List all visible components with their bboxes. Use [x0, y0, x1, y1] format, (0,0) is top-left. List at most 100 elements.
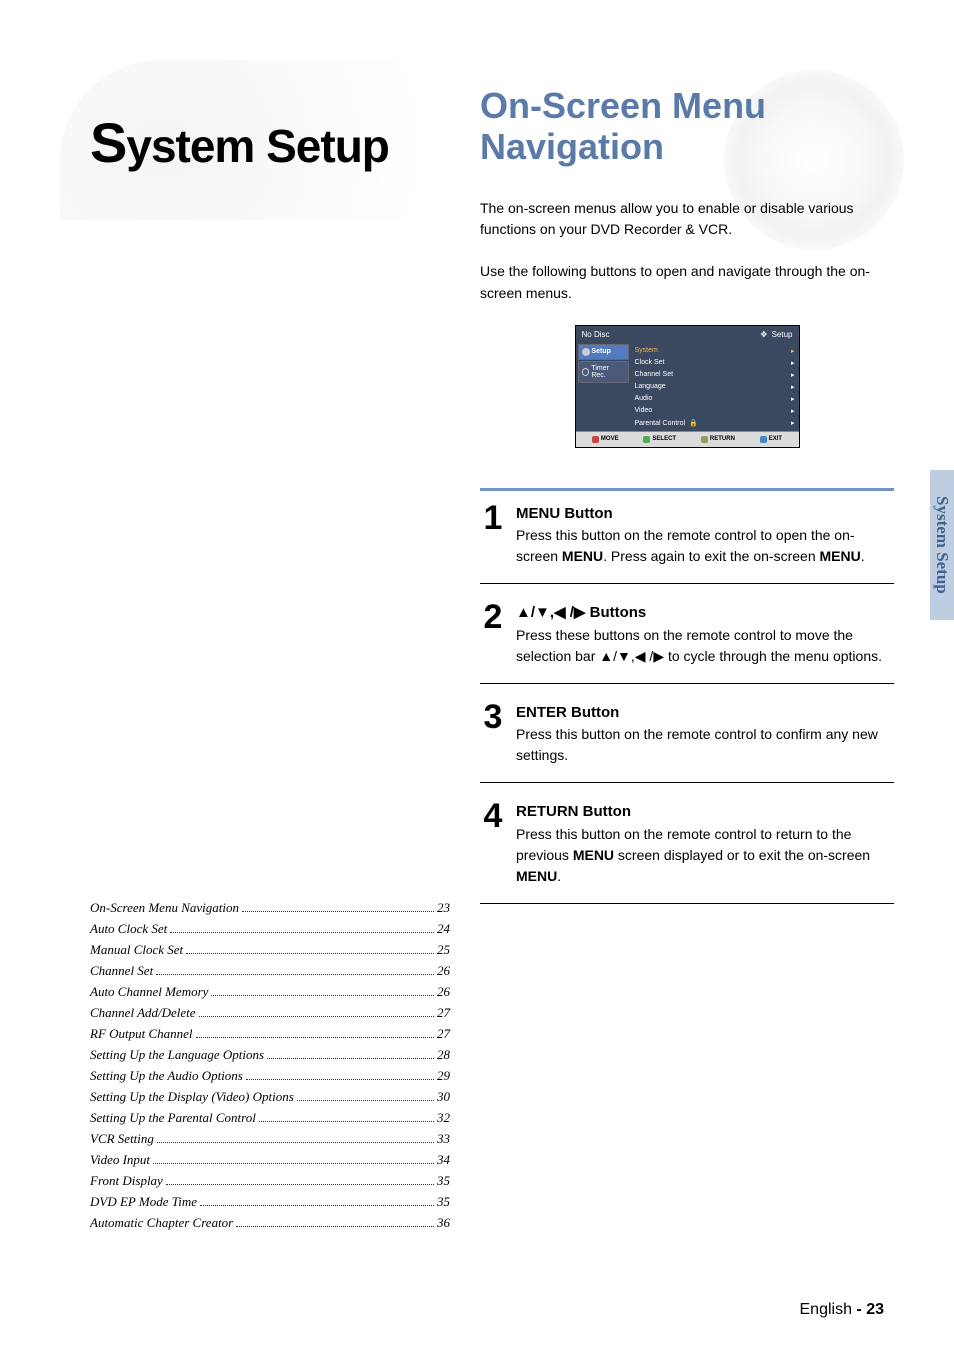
step-divider	[480, 782, 894, 783]
toc-title: Manual Clock Set	[90, 942, 183, 958]
toc-row: Channel Add/Delete 27	[90, 1005, 450, 1021]
page-heading: On-Screen Menu Navigation	[480, 60, 894, 198]
toc-leader	[242, 911, 434, 912]
toc-page: 24	[437, 921, 450, 937]
osd-tab-setup: Setup	[578, 344, 629, 360]
chevron-right-icon: ▸	[791, 359, 795, 367]
toc-page: 35	[437, 1194, 450, 1210]
gear-icon	[582, 348, 590, 356]
return-icon	[701, 436, 708, 443]
toc-page: 32	[437, 1110, 450, 1126]
step-2: 2 ▲/▼,◀ /▶ Buttons Press these buttons o…	[480, 602, 894, 667]
side-tab-label: System Setup	[932, 496, 952, 594]
toc-page: 26	[437, 984, 450, 1000]
toc-leader	[246, 1079, 434, 1080]
osd-menu-item: Clock Set▸	[635, 357, 795, 369]
toc-page: 35	[437, 1173, 450, 1189]
chevron-right-icon: ▸	[791, 407, 795, 415]
toc-title: Setting Up the Language Options	[90, 1047, 264, 1063]
toc-row: DVD EP Mode Time 35	[90, 1194, 450, 1210]
osd-tab-timer: Timer Rec.	[578, 361, 629, 383]
toc-title: Channel Add/Delete	[90, 1005, 196, 1021]
toc-title: VCR Setting	[90, 1131, 154, 1147]
toc-row: On-Screen Menu Navigation 23	[90, 900, 450, 916]
toc-row: Setting Up the Audio Options29	[90, 1068, 450, 1084]
toc-page: 27	[437, 1005, 450, 1021]
intro-paragraph-2: Use the following buttons to open and na…	[480, 261, 894, 304]
toc-page: 28	[437, 1047, 450, 1063]
toc-leader	[259, 1121, 434, 1122]
toc-page: 34	[437, 1152, 450, 1168]
toc-leader	[199, 1016, 434, 1017]
toc-page: 30	[437, 1089, 450, 1105]
toc-title: On-Screen Menu Navigation	[90, 900, 239, 916]
toc-title: Automatic Chapter Creator	[90, 1215, 233, 1231]
toc-row: Setting Up the Language Options 28	[90, 1047, 450, 1063]
osd-menu-item: Channel Set▸	[635, 369, 795, 381]
toc-row: Video Input34	[90, 1152, 450, 1168]
toc-row: Setting Up the Display (Video) Options30	[90, 1089, 450, 1105]
toc-leader	[211, 995, 434, 996]
osd-top-right: ✥ Setup	[760, 330, 792, 339]
chevron-right-icon: ▸	[791, 371, 795, 379]
section-title: System Setup	[90, 60, 450, 175]
step-title: MENU Button	[516, 505, 613, 522]
osd-screenshot: No Disc ✥ Setup Setup Timer Rec. System▸…	[575, 325, 800, 448]
toc-leader	[267, 1058, 434, 1059]
toc-leader	[170, 932, 434, 933]
toc-leader	[186, 953, 434, 954]
toc-title: Front Display	[90, 1173, 163, 1189]
osd-bottom-bar: MOVE SELECT RETURN EXIT	[576, 431, 799, 447]
step-number: 2	[480, 602, 506, 667]
toc-row: Auto Channel Memory 26	[90, 984, 450, 1000]
toc-leader	[156, 974, 434, 975]
toc-row: Channel Set 26	[90, 963, 450, 979]
toc-row: Manual Clock Set25	[90, 942, 450, 958]
toc-page: 26	[437, 963, 450, 979]
toc-title: Auto Channel Memory	[90, 984, 208, 1000]
step-3: 3 ENTER Button Press this button on the …	[480, 702, 894, 767]
toc-title: Auto Clock Set	[90, 921, 167, 937]
toc-leader	[200, 1205, 434, 1206]
osd-menu-item: Video▸	[635, 405, 795, 417]
table-of-contents: On-Screen Menu Navigation 23 Auto Clock Se…	[90, 175, 450, 1236]
osd-menu-item: Parental Control 🔒▸	[635, 417, 795, 429]
chevron-right-icon: ▸	[791, 395, 795, 403]
toc-row: Setting Up the Parental Control 32	[90, 1110, 450, 1126]
toc-page: 36	[437, 1215, 450, 1231]
step-4: 4 RETURN Button Press this button on the…	[480, 801, 894, 887]
side-tab: System Setup	[930, 470, 954, 620]
step-1: 1 MENU Button Press this button on the r…	[480, 503, 894, 568]
exit-icon	[760, 436, 767, 443]
toc-row: VCR Setting33	[90, 1131, 450, 1147]
toc-title: DVD EP Mode Time	[90, 1194, 197, 1210]
step-divider	[480, 583, 894, 584]
step-number: 1	[480, 503, 506, 568]
page-footer: English - 23	[800, 1301, 885, 1319]
clock-icon	[582, 368, 590, 376]
intro-paragraph-1: The on-screen menus allow you to enable …	[480, 198, 894, 241]
direction-arrows-icon: ▲/▼,◀ /▶	[599, 646, 664, 667]
toc-leader	[157, 1142, 434, 1143]
toc-leader	[166, 1184, 434, 1185]
toc-title: Setting Up the Parental Control	[90, 1110, 256, 1126]
step-title: RETURN Button	[516, 803, 631, 820]
toc-row: Auto Clock Set 24	[90, 921, 450, 937]
toc-page: 27	[437, 1026, 450, 1042]
toc-page: 23	[437, 900, 450, 916]
osd-menu-list: System▸Clock Set▸Channel Set▸Language▸Au…	[631, 343, 799, 431]
section-divider	[480, 488, 894, 491]
section-title-rest: ystem Setup	[126, 120, 389, 172]
chevron-right-icon: ▸	[791, 347, 795, 355]
section-title-initial: S	[90, 111, 126, 174]
toc-title: Channel Set	[90, 963, 153, 979]
move-icon	[592, 436, 599, 443]
osd-menu-item: System▸	[635, 345, 795, 357]
step-title: ▲/▼,◀ /▶ Buttons	[516, 604, 646, 621]
chevron-right-icon: ▸	[791, 383, 795, 391]
toc-row: Front Display 35	[90, 1173, 450, 1189]
step-divider	[480, 683, 894, 684]
footer-language: English	[800, 1301, 852, 1318]
toc-leader	[236, 1226, 434, 1227]
toc-title: RF Output Channel	[90, 1026, 193, 1042]
